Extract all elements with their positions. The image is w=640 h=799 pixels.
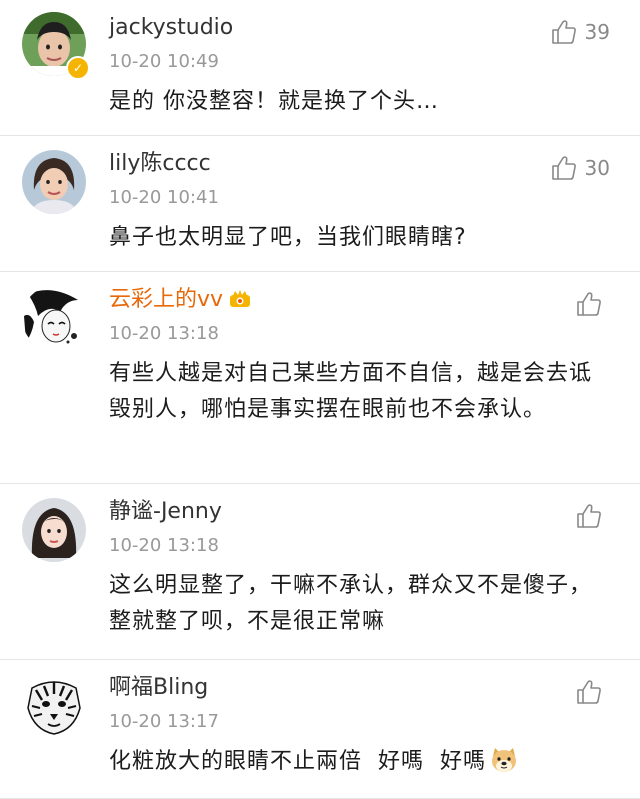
woman-photo-icon: [22, 150, 86, 214]
timestamp: 10-20 13:17: [109, 711, 219, 732]
thumbs-up-icon: [577, 504, 601, 528]
comment-text-body: 化粧放大的眼睛不止兩倍 好嗎 好嗎: [109, 749, 486, 774]
comment-item: lily陈cccc 10-20 10:41 鼻子也太明显了吧，当我们眼睛瞎? 3…: [0, 136, 640, 272]
like-button[interactable]: [576, 290, 610, 318]
timestamp: 10-20 10:41: [109, 187, 219, 208]
comment-text: 鼻子也太明显了吧，当我们眼睛瞎?: [109, 225, 467, 250]
avatar[interactable]: [22, 286, 86, 350]
comment-item: 云彩上的vv 10-20 13:18 有些人越是对自己某些方面不自信，越是会去诋…: [0, 272, 640, 484]
username[interactable]: lily陈cccc: [109, 148, 211, 180]
thumbs-up-icon: [551, 156, 576, 180]
thumbs-up-icon: [577, 292, 601, 316]
like-button[interactable]: 39: [551, 18, 610, 46]
like-button[interactable]: 30: [551, 154, 610, 182]
comment-item: 啊福Bling 10-20 13:17 化粧放大的眼睛不止兩倍 好嗎 好嗎: [0, 660, 640, 799]
like-button[interactable]: [576, 678, 610, 706]
like-count: 30: [584, 156, 610, 180]
username-text: 云彩上的vv: [109, 287, 224, 312]
avatar[interactable]: [22, 498, 86, 562]
comment-text: 化粧放大的眼睛不止兩倍 好嗎 好嗎: [109, 744, 609, 780]
thumbs-up-icon: [551, 20, 576, 44]
comment-text: 是的 你没整容！就是换了个头…: [109, 89, 439, 114]
thumbs-up-icon: [577, 680, 601, 704]
avatar[interactable]: [22, 150, 86, 214]
like-button[interactable]: [576, 502, 610, 530]
timestamp: 10-20 10:49: [109, 51, 219, 72]
username[interactable]: jackystudio: [109, 12, 233, 44]
comment-item: ✓ jackystudio 10-20 10:49 是的 你没整容！就是换了个头…: [0, 0, 640, 136]
avatar[interactable]: [22, 674, 86, 738]
comment-text: 有些人越是对自己某些方面不自信，越是会去诋毁别人，哪怕是事实摆在眼前也不会承认。: [109, 361, 593, 422]
comment-text: 这么明显整了，干嘛不承认，群众又不是傻子，整就整了呗，不是很正常嘛: [109, 573, 593, 634]
anime-girl-sketch-icon: [22, 286, 86, 350]
young-woman-photo-icon: [22, 498, 86, 562]
username[interactable]: 静谧-Jenny: [109, 496, 222, 528]
verified-badge-icon: ✓: [66, 56, 90, 80]
like-count: 39: [584, 20, 610, 44]
tiger-illustration-icon: [22, 674, 86, 738]
vip-crown-icon: [230, 290, 251, 307]
username[interactable]: 啊福Bling: [109, 672, 208, 704]
username[interactable]: 云彩上的vv: [109, 284, 251, 316]
timestamp: 10-20 13:18: [109, 535, 219, 556]
doge-emoji-icon: [491, 748, 516, 772]
comment-item: 静谧-Jenny 10-20 13:18 这么明显整了，干嘛不承认，群众又不是傻…: [0, 484, 640, 660]
timestamp: 10-20 13:18: [109, 323, 219, 344]
